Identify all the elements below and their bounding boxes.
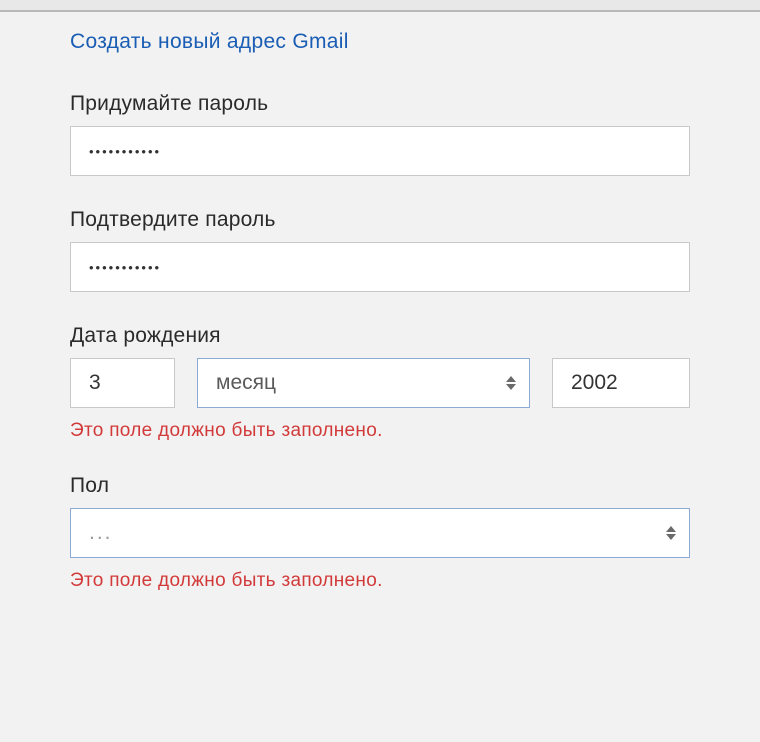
gender-label: Пол xyxy=(70,474,690,498)
confirm-password-input[interactable] xyxy=(70,242,690,292)
gender-wrapper xyxy=(70,508,690,558)
confirm-password-label: Подтвердите пароль xyxy=(70,208,690,232)
dob-day-input[interactable] xyxy=(70,358,175,408)
dob-month-wrapper xyxy=(197,358,530,408)
dob-row xyxy=(70,358,690,408)
dob-label: Дата рождения xyxy=(70,324,690,348)
gender-error: Это поле должно быть заполнено. xyxy=(70,570,690,592)
gender-group: Пол Это поле должно быть заполнено. xyxy=(70,474,690,592)
dob-year-input[interactable] xyxy=(552,358,690,408)
password-group: Придумайте пароль xyxy=(70,92,690,176)
dob-error: Это поле должно быть заполнено. xyxy=(70,420,690,442)
password-label: Придумайте пароль xyxy=(70,92,690,116)
dob-month-select[interactable] xyxy=(197,358,530,408)
gender-select[interactable] xyxy=(70,508,690,558)
window-top-bar xyxy=(0,0,760,12)
dob-group: Дата рождения Это поле должно быть запол… xyxy=(70,324,690,442)
signup-form: Создать новый адрес Gmail Придумайте пар… xyxy=(0,12,760,592)
confirm-password-group: Подтвердите пароль xyxy=(70,208,690,292)
password-input[interactable] xyxy=(70,126,690,176)
create-gmail-link[interactable]: Создать новый адрес Gmail xyxy=(70,30,349,54)
